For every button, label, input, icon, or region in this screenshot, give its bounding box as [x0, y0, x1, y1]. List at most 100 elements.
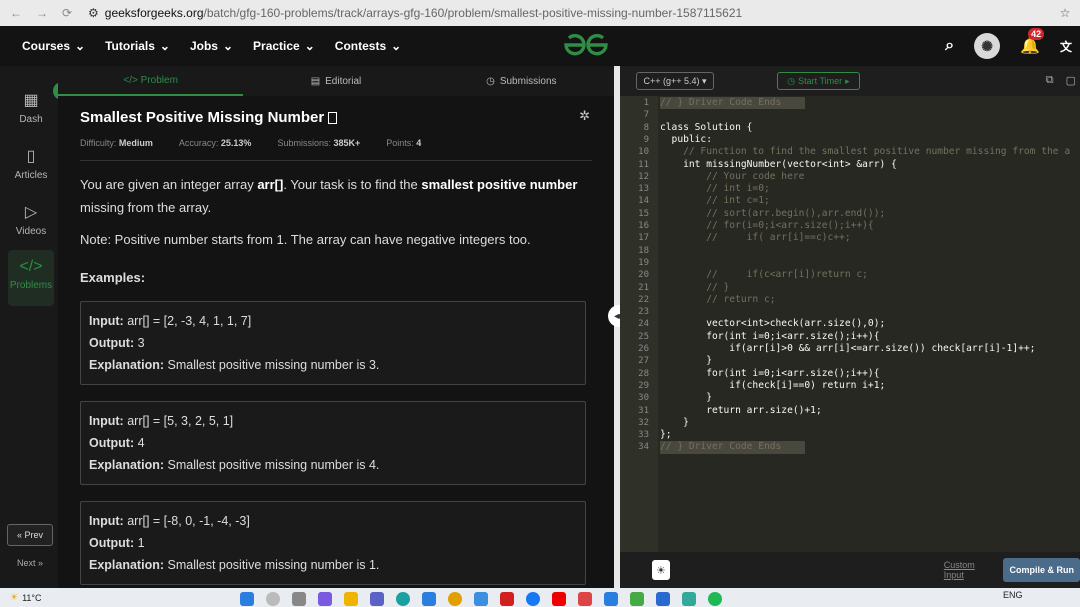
- address-bar[interactable]: ⚙ geeksforgeeks.org/batch/gfg-160-proble…: [88, 6, 1050, 20]
- back-icon[interactable]: ←: [10, 6, 22, 20]
- app-icon[interactable]: [422, 592, 436, 606]
- example-label: Output:: [89, 536, 135, 550]
- app-icon[interactable]: [656, 592, 670, 606]
- example-input: Input: arr[] = [2, -3, 4, 1, 1, 7]: [89, 310, 577, 332]
- example-input: Input: arr[] = [5, 3, 2, 5, 1]: [89, 410, 577, 432]
- app-icon[interactable]: [318, 592, 332, 606]
- problem-note: Note: Positive number starts from 1. The…: [80, 232, 531, 247]
- dashboard-icon: ▦: [23, 92, 39, 109]
- examples-heading: Examples:: [80, 270, 146, 285]
- report-bug-icon[interactable]: ✲: [579, 108, 590, 124]
- menu-courses[interactable]: Courses ⌄: [22, 39, 85, 53]
- tab-problem[interactable]: </> Problem: [58, 66, 244, 96]
- next-button[interactable]: Next »: [7, 552, 53, 574]
- app-icon[interactable]: [448, 592, 462, 606]
- search-icon[interactable]: ⌕: [945, 37, 954, 55]
- app-icon[interactable]: [578, 592, 592, 606]
- line-number: 20: [638, 270, 649, 281]
- reload-icon[interactable]: ⟳: [62, 6, 72, 20]
- windows-start-icon[interactable]: [240, 592, 254, 606]
- prev-button[interactable]: « Prev: [7, 524, 53, 546]
- edge-icon[interactable]: [396, 592, 410, 606]
- line-number: 23: [638, 307, 649, 318]
- weather-widget[interactable]: ☀ 11°C: [10, 592, 42, 603]
- app-icon[interactable]: [604, 592, 618, 606]
- line-number: 18: [638, 245, 649, 256]
- fullscreen-icon[interactable]: ▢: [1066, 74, 1076, 87]
- chevron-down-icon: ⌄: [75, 39, 86, 53]
- tab-submissions[interactable]: ◷ Submissions: [429, 66, 614, 96]
- code-line: for(int i=0;i<arr.size();i++){: [660, 367, 880, 379]
- bookmark-star-icon[interactable]: ☆: [1050, 6, 1080, 20]
- sidebar-item-problems[interactable]: </> Problems: [8, 250, 54, 306]
- compile-run-button[interactable]: Compile & Run: [1003, 558, 1080, 582]
- bookmark-icon[interactable]: [328, 111, 338, 124]
- accuracy-value: 25.13%: [220, 138, 252, 148]
- problem-description: You are given an integer array arr[]. Yo…: [80, 173, 592, 219]
- translate-icon[interactable]: 文: [1060, 38, 1072, 55]
- tab-editorial[interactable]: ▤ Editorial: [243, 66, 428, 96]
- sidebar-item-dash[interactable]: ▦ Dash: [8, 90, 54, 125]
- code-line: // for(i=0;i<arr.size();i++){: [660, 220, 874, 231]
- editor-actions: ⧉ ▢: [1046, 74, 1076, 87]
- sidebar-item-articles[interactable]: ▯ Articles: [8, 146, 54, 181]
- search-icon[interactable]: [266, 592, 280, 606]
- bell-icon[interactable]: 🔔 42: [1020, 28, 1045, 56]
- problem-title-row: Smallest Positive Missing Number: [80, 109, 592, 126]
- theme-toggle-icon[interactable]: ✺: [974, 33, 1001, 59]
- example-value: arr[] = [5, 3, 2, 5, 1]: [127, 414, 234, 428]
- example-label: Output:: [89, 436, 135, 450]
- site-info-icon[interactable]: ⚙: [88, 6, 99, 20]
- app-icon[interactable]: [682, 592, 696, 606]
- line-number: 30: [638, 393, 649, 404]
- start-timer-button[interactable]: ◷ Start Timer ▸: [777, 72, 860, 90]
- main-menu: Courses ⌄ Tutorials ⌄ Jobs ⌄ Practice ⌄ Cont…: [0, 39, 401, 53]
- app-icon[interactable]: [474, 592, 488, 606]
- url-path: /batch/gfg-160-problems/track/arrays-gfg…: [203, 6, 743, 20]
- spotify-icon[interactable]: [708, 592, 722, 606]
- chevron-down-icon: ▾: [702, 75, 707, 86]
- submissions-value: 385K+: [333, 138, 361, 148]
- tab-label: Editorial: [325, 75, 362, 87]
- app-icon[interactable]: [370, 592, 384, 606]
- copy-icon[interactable]: ⧉: [1046, 74, 1054, 87]
- app-icon[interactable]: [292, 592, 306, 606]
- problem-meta: Difficulty: Medium Accuracy: 25.13% Subm…: [80, 138, 592, 148]
- problem-tabs: </> Problem ▤ Editorial ◷ Submissions: [58, 66, 614, 96]
- line-number: 7: [643, 110, 649, 121]
- code-editor[interactable]: // } Driver Code Ends class Solution { pu…: [620, 96, 1080, 552]
- input-language[interactable]: ENG: [1003, 590, 1023, 600]
- code-line: if(arr[i]>0 && arr[i]<=arr.size()) check…: [660, 343, 1036, 354]
- meta-label: Difficulty:: [80, 138, 117, 148]
- facebook-icon[interactable]: [526, 592, 540, 606]
- sidebar-item-label: Articles: [14, 170, 48, 181]
- language-select[interactable]: C++ (g++ 5.4) ▾: [636, 72, 714, 90]
- folder-icon[interactable]: [344, 592, 358, 606]
- menu-practice[interactable]: Practice ⌄: [253, 39, 315, 53]
- menu-tutorials[interactable]: Tutorials ⌄: [105, 39, 170, 53]
- app-icon[interactable]: [500, 592, 514, 606]
- line-number: 28: [638, 368, 649, 379]
- line-number: 29: [638, 380, 649, 391]
- desc-text: . Your task is to find the: [283, 177, 422, 192]
- tab-label: </> Problem: [123, 74, 178, 86]
- menu-jobs[interactable]: Jobs ⌄: [190, 39, 233, 53]
- hint-bulb-icon[interactable]: ☀: [652, 560, 670, 580]
- forward-icon[interactable]: →: [36, 6, 48, 20]
- example-value: arr[] = [2, -3, 4, 1, 1, 7]: [127, 314, 252, 328]
- line-number: 33: [638, 430, 649, 441]
- line-number: 15: [638, 208, 649, 219]
- page-title: Smallest Positive Missing Number: [80, 109, 325, 126]
- example-box: Input: arr[] = [-8, 0, -1, -4, -3] Output…: [80, 501, 586, 585]
- menu-contests[interactable]: Contests ⌄: [335, 39, 401, 53]
- sidebar-item-videos[interactable]: ▷ Videos: [8, 202, 54, 237]
- app-icon[interactable]: [630, 592, 644, 606]
- line-number: 9: [643, 134, 649, 145]
- custom-input-link[interactable]: Custom Input: [944, 560, 992, 580]
- line-number: 11: [638, 159, 649, 170]
- gfg-logo[interactable]: [562, 32, 610, 65]
- line-number: 26: [638, 344, 649, 354]
- youtube-icon[interactable]: [552, 592, 566, 606]
- code-line: for(int i=0;i<arr.size();i++){: [660, 330, 880, 342]
- left-sidebar: ▦ Dash ▯ Articles ▷ Videos </> Problems …: [0, 66, 58, 588]
